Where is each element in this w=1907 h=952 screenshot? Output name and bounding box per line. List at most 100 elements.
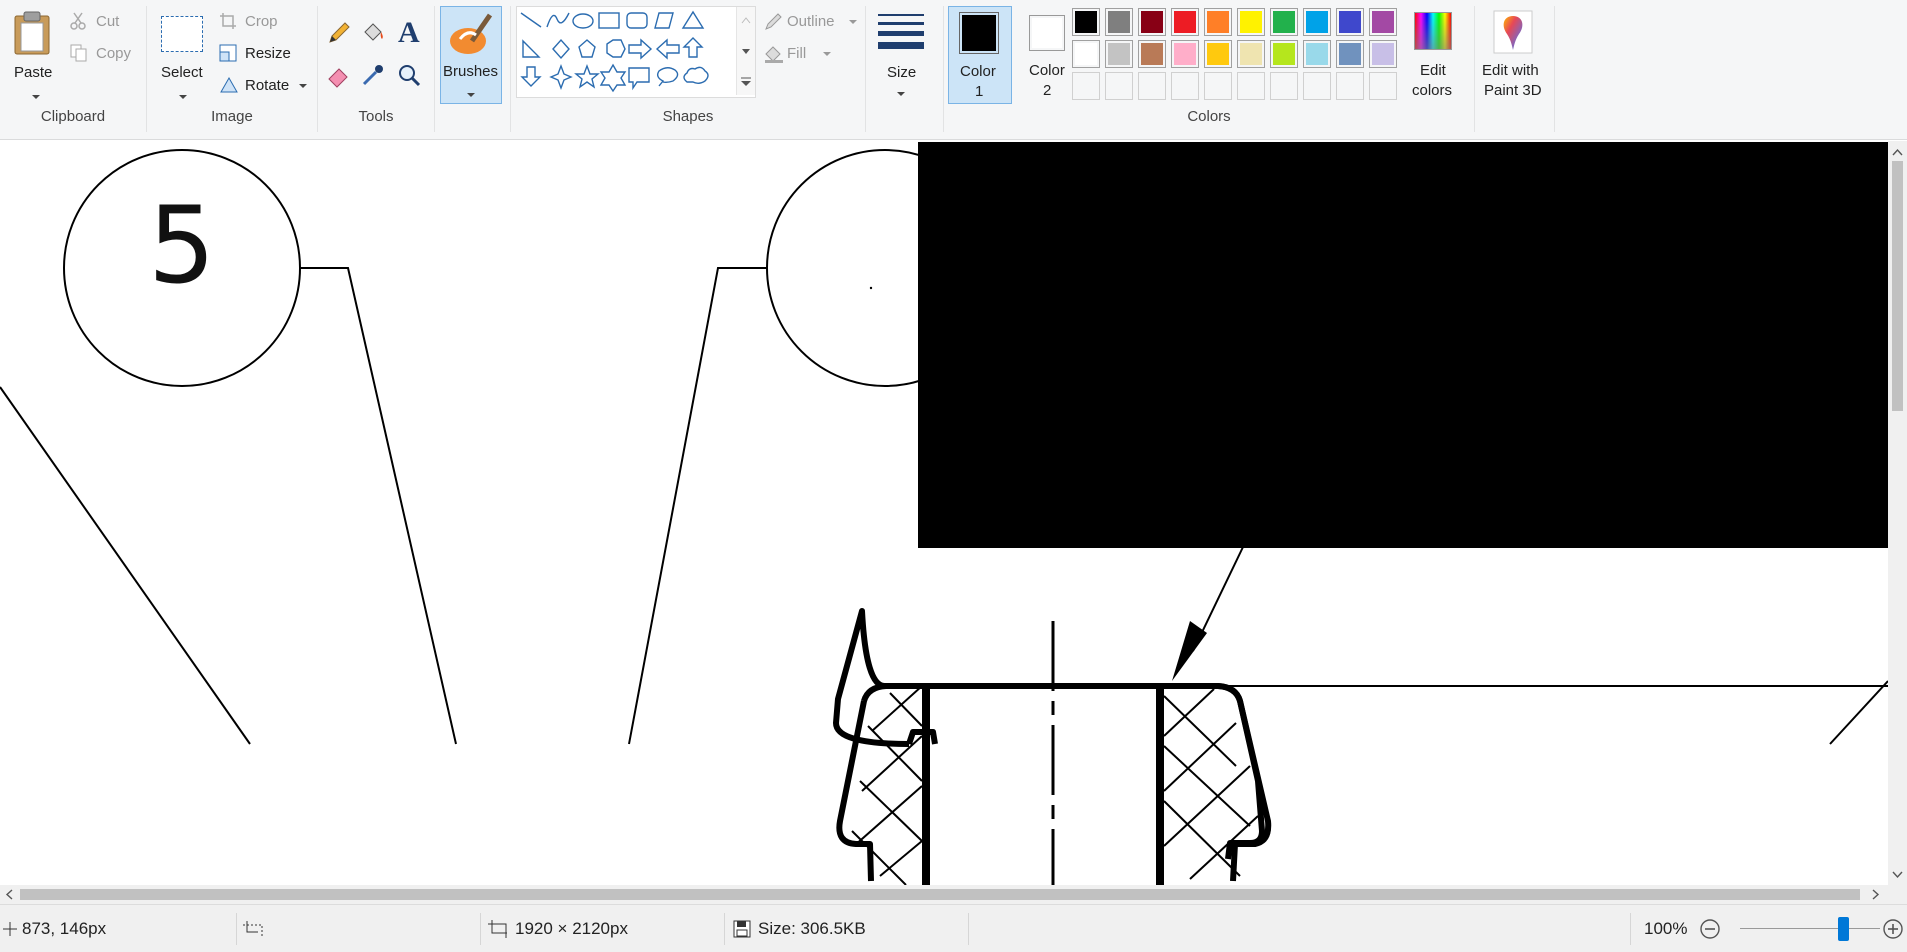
brushes-dropdown-icon[interactable] [467,93,475,97]
edit-colors-button[interactable]: Edit colors [1402,6,1462,102]
palette-swatch[interactable] [1105,8,1133,36]
scroll-down-icon[interactable] [1888,865,1907,884]
palette-swatch[interactable] [1237,40,1265,68]
scroll-right-icon[interactable] [1866,885,1885,904]
palette-swatch[interactable] [1204,40,1232,68]
custom-color-slot[interactable] [1204,72,1232,100]
zoom-out-icon[interactable] [1699,918,1721,940]
pencil-icon[interactable] [326,20,352,46]
size-button[interactable]: Size [872,6,930,102]
line-shape-icon[interactable] [520,12,542,28]
fill-button[interactable]: Fill [759,42,859,64]
up-arrow-shape-icon[interactable] [682,37,704,58]
custom-color-slot[interactable] [1072,72,1100,100]
custom-color-slot[interactable] [1369,72,1397,100]
black-filled-rectangle[interactable] [918,142,1888,548]
custom-color-slot[interactable] [1270,72,1298,100]
outline-button[interactable]: Outline [759,10,859,32]
shapes-scroll-down-icon[interactable] [737,40,755,62]
palette-swatch[interactable] [1303,8,1331,36]
palette-swatch[interactable] [1171,8,1199,36]
oval-shape-icon[interactable] [572,13,594,29]
triangle-shape-icon[interactable] [681,10,705,29]
custom-color-slot[interactable] [1336,72,1364,100]
right-arrow-shape-icon[interactable] [628,38,653,60]
palette-swatch[interactable] [1336,40,1364,68]
zoom-slider[interactable] [1740,917,1880,941]
custom-color-slot[interactable] [1303,72,1331,100]
rounded-rectangle-shape-icon[interactable] [626,12,648,29]
five-point-star-shape-icon[interactable] [574,64,600,89]
horizontal-scrollbar[interactable] [0,885,1888,904]
palette-swatch[interactable] [1369,40,1397,68]
drawing-canvas[interactable]: 5 [0,141,1888,885]
fill-bucket-icon[interactable] [360,20,386,46]
hexagon-shape-icon[interactable] [606,39,626,58]
palette-swatch[interactable] [1138,8,1166,36]
paint3d-icon [1493,10,1533,54]
size-dropdown-icon[interactable] [897,92,905,96]
palette-swatch[interactable] [1336,8,1364,36]
resize-button[interactable]: Resize [219,42,309,64]
four-point-star-shape-icon[interactable] [549,64,573,90]
palette-swatch[interactable] [1237,8,1265,36]
six-point-star-shape-icon[interactable] [599,63,627,93]
rotate-dropdown-icon[interactable] [299,84,307,88]
palette-swatch[interactable] [1072,8,1100,36]
outline-dropdown-icon[interactable] [849,20,857,24]
palette-swatch[interactable] [1171,40,1199,68]
left-arrow-shape-icon[interactable] [655,38,680,60]
horizontal-scroll-thumb[interactable] [20,889,1860,900]
vertical-scrollbar[interactable] [1888,141,1907,885]
oval-callout-shape-icon[interactable] [656,67,679,87]
copy-button[interactable]: Copy [70,42,140,64]
status-divider [968,913,969,945]
cursor-position: 873, 146px [22,919,107,938]
right-triangle-shape-icon[interactable] [522,39,541,58]
paste-dropdown-icon[interactable] [32,95,40,99]
rotate-button[interactable]: Rotate [219,74,309,96]
select-button[interactable]: Select [157,6,207,102]
diamond-shape-icon[interactable] [552,38,570,60]
select-dropdown-icon[interactable] [179,95,187,99]
fill-dropdown-icon[interactable] [823,52,831,56]
palette-swatch[interactable] [1303,40,1331,68]
custom-color-slot[interactable] [1171,72,1199,100]
polygon-shape-icon[interactable] [654,12,674,29]
text-icon[interactable]: A [398,16,420,50]
shapes-scroll-up-icon[interactable] [737,9,755,31]
scroll-left-icon[interactable] [0,885,19,904]
scroll-up-icon[interactable] [1888,143,1907,162]
shapes-expand-icon[interactable] [737,71,755,93]
palette-swatch[interactable] [1369,8,1397,36]
zoom-in-icon[interactable] [1882,918,1904,940]
shapes-scroll[interactable] [736,7,755,95]
eraser-icon[interactable] [326,62,352,88]
down-arrow-shape-icon[interactable] [520,66,542,87]
custom-color-slot[interactable] [1105,72,1133,100]
palette-swatch[interactable] [1138,40,1166,68]
palette-swatch[interactable] [1270,8,1298,36]
paste-button[interactable]: Paste [6,6,58,102]
palette-swatch[interactable] [1204,8,1232,36]
magnifier-icon[interactable] [396,62,422,88]
color2-button[interactable]: Color 2 [1014,6,1076,102]
color-picker-icon[interactable] [360,62,386,88]
zoom-slider-thumb[interactable] [1838,917,1849,941]
color1-button[interactable]: Color 1 [948,6,1012,104]
edit-with-paint3d-button[interactable]: Edit with Paint 3D [1478,6,1548,102]
vertical-scroll-thumb[interactable] [1892,161,1903,411]
palette-swatch[interactable] [1105,40,1133,68]
custom-color-slot[interactable] [1237,72,1265,100]
rect-callout-shape-icon[interactable] [628,67,650,91]
crop-button[interactable]: Crop [219,10,299,32]
palette-swatch[interactable] [1072,40,1100,68]
cloud-callout-shape-icon[interactable] [683,66,709,84]
pentagon-shape-icon[interactable] [578,39,596,58]
rectangle-shape-icon[interactable] [598,12,620,29]
curve-shape-icon[interactable] [546,12,570,28]
palette-swatch[interactable] [1270,40,1298,68]
brushes-button[interactable]: Brushes [440,6,502,104]
cut-button[interactable]: Cut [70,10,140,32]
custom-color-slot[interactable] [1138,72,1166,100]
